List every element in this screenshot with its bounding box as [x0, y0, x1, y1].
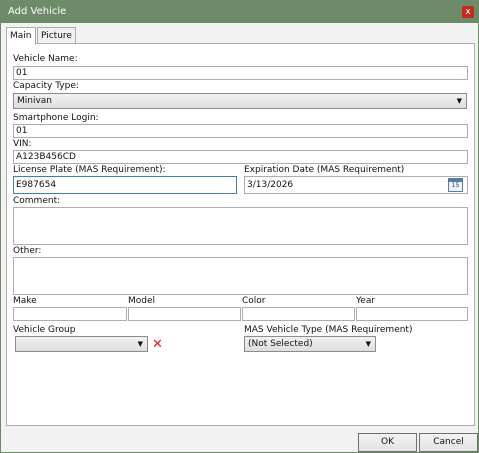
- expiration-date-field[interactable]: 3/13/2026: [244, 176, 468, 194]
- color-label: Color: [242, 296, 266, 306]
- capacity-type-label: Capacity Type:: [13, 81, 79, 91]
- expiration-date-label: Expiration Date (MAS Requirement): [244, 165, 405, 175]
- year-field[interactable]: [356, 307, 468, 321]
- color-field[interactable]: [242, 307, 355, 321]
- capacity-type-value: Minivan: [17, 96, 53, 106]
- cancel-button[interactable]: Cancel: [419, 433, 478, 452]
- tab-main[interactable]: Main: [6, 27, 36, 45]
- title-bar: Add Vehicle x: [1, 1, 478, 23]
- model-label: Model: [128, 296, 156, 306]
- license-plate-label: License Plate (MAS Requirement):: [13, 165, 166, 175]
- other-textarea[interactable]: [13, 257, 468, 295]
- comment-label: Comment:: [13, 196, 61, 206]
- vin-field[interactable]: A123B456CD: [13, 150, 468, 164]
- tab-picture[interactable]: Picture: [37, 27, 76, 44]
- calendar-icon[interactable]: 15: [448, 178, 463, 192]
- ok-button[interactable]: OK: [358, 433, 417, 452]
- make-field[interactable]: [13, 307, 127, 321]
- main-tab-panel: Vehicle Name: 01 Capacity Type: Minivan …: [6, 43, 475, 426]
- comment-textarea[interactable]: [13, 207, 468, 245]
- chevron-down-icon: ▼: [137, 340, 143, 348]
- mas-vehicle-type-select[interactable]: (Not Selected) ▼: [244, 336, 376, 352]
- vin-label: VIN:: [13, 139, 32, 149]
- chevron-down-icon: ▼: [365, 340, 371, 348]
- close-icon: x: [465, 7, 471, 17]
- smartphone-login-field[interactable]: 01: [13, 124, 468, 138]
- make-label: Make: [13, 296, 37, 306]
- smartphone-login-label: Smartphone Login:: [13, 113, 99, 123]
- close-button[interactable]: x: [462, 6, 474, 18]
- mas-vehicle-type-label: MAS Vehicle Type (MAS Requirement): [244, 325, 413, 335]
- clear-x-icon[interactable]: ✕: [152, 338, 163, 351]
- vehicle-name-field[interactable]: 01: [13, 66, 468, 80]
- vehicle-group-select[interactable]: ▼: [15, 336, 148, 352]
- model-field[interactable]: [128, 307, 241, 321]
- vehicle-group-label: Vehicle Group: [13, 325, 76, 335]
- capacity-type-select[interactable]: Minivan ▼: [13, 93, 467, 109]
- vehicle-name-label: Vehicle Name:: [13, 54, 78, 64]
- window-title: Add Vehicle: [8, 6, 67, 17]
- add-vehicle-dialog: Add Vehicle x Main Picture Vehicle Name:…: [0, 0, 479, 453]
- mas-vehicle-type-value: (Not Selected): [248, 339, 313, 349]
- year-label: Year: [356, 296, 376, 306]
- other-label: Other:: [13, 246, 42, 256]
- license-plate-field[interactable]: E987654: [13, 176, 237, 194]
- chevron-down-icon: ▼: [456, 97, 462, 105]
